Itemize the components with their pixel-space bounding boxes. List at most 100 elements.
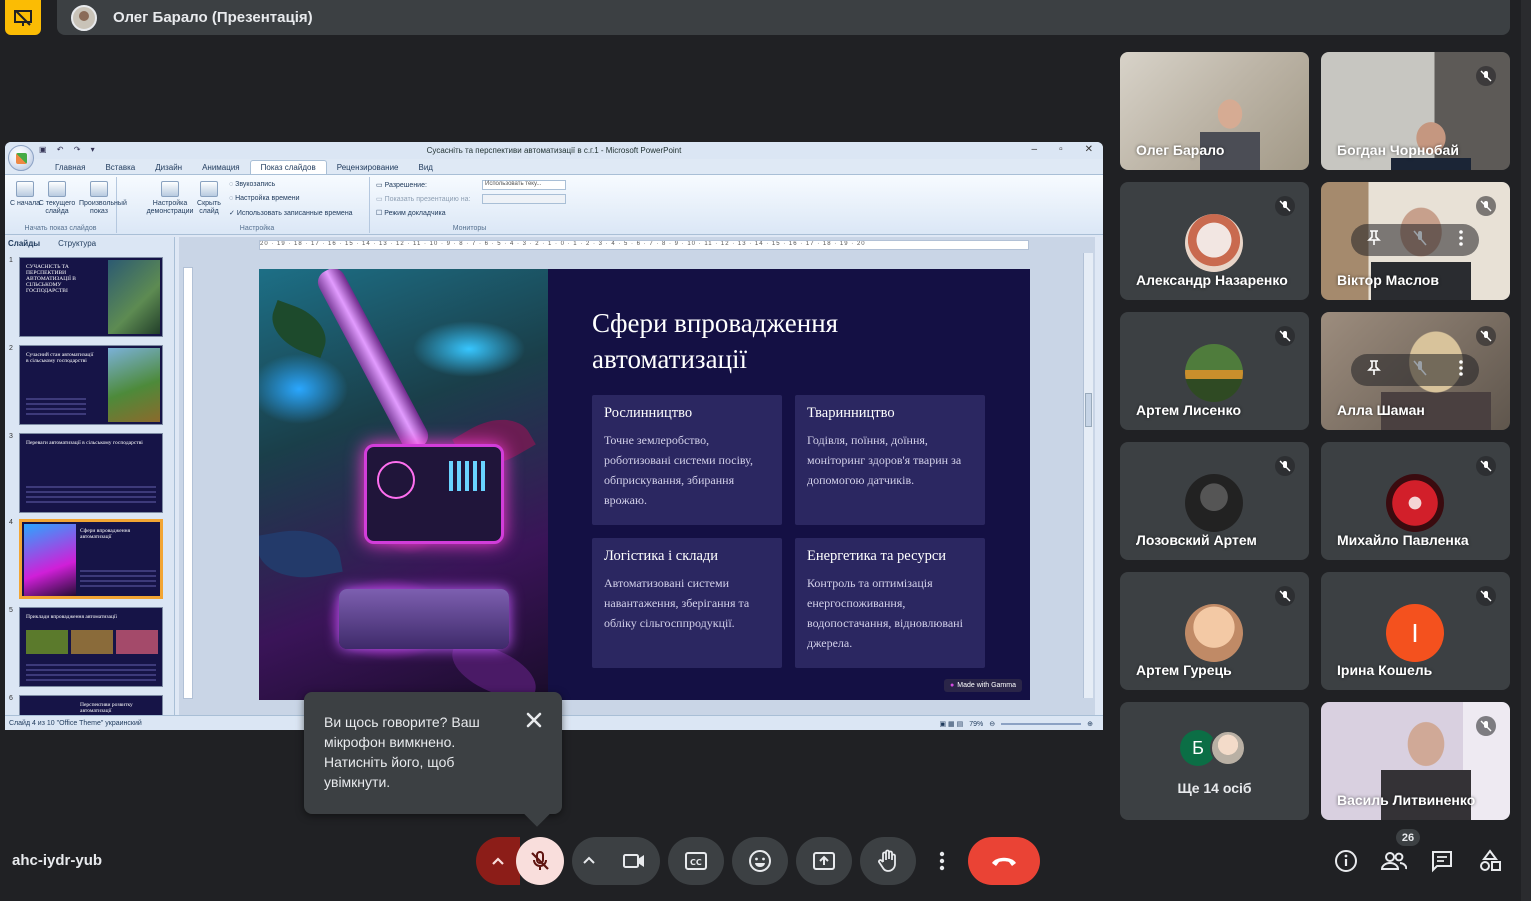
- participant-name: Богдан Чорнобай: [1337, 142, 1459, 158]
- mic-off-icon: [1476, 586, 1496, 606]
- page-scrollbar[interactable]: [1521, 0, 1531, 901]
- participant-tile[interactable]: Лозовский Артем: [1120, 442, 1309, 560]
- participant-name: Алла Шаман: [1337, 402, 1425, 418]
- meeting-details-button[interactable]: [1332, 847, 1360, 875]
- vertical-ruler: [183, 267, 193, 699]
- tile-hover-controls: [1351, 354, 1479, 386]
- ribbon-from-current: С текущего слайда: [37, 181, 77, 216]
- card-heading: Логістика і склади: [604, 548, 719, 564]
- slides-tab: Слайды: [8, 238, 41, 248]
- ribbon-presenter-view: ☐ Режим докладчика: [376, 210, 446, 217]
- reactions-button[interactable]: [732, 837, 788, 885]
- activities-button[interactable]: [1476, 847, 1504, 875]
- leave-call-button[interactable]: [968, 837, 1040, 885]
- ribbon-use-timings: ✓ Использовать записанные времена: [229, 210, 353, 217]
- video-options-button[interactable]: [582, 851, 596, 876]
- slides-panel: Слайды Структура 1 СУЧАСНIСТЬ ТА ПЕРСПЕКТ…: [5, 237, 175, 715]
- pin-icon[interactable]: [1367, 229, 1381, 251]
- tile-hover-controls: [1351, 224, 1479, 256]
- more-vert-icon: [939, 851, 945, 871]
- participant-video: [1200, 92, 1260, 170]
- card-body: Годівля, поїння, доїння, моніторинг здор…: [807, 433, 962, 487]
- mic-off-icon: [1275, 586, 1295, 606]
- mic-toggle-button[interactable]: [516, 837, 564, 885]
- mic-off-icon: [1275, 456, 1295, 476]
- shared-screen: ▣ ↶ ↷ ▾ Сусаснiть та перспективи автомат…: [5, 142, 1103, 730]
- avatar: [1185, 604, 1243, 662]
- slide-thumbnail: 6 Перспективи розвитку автоматизації: [9, 695, 167, 715]
- participant-video: [1391, 112, 1471, 170]
- more-options-icon[interactable]: [1459, 359, 1463, 381]
- participant-tile[interactable]: Олег Барало: [1120, 52, 1309, 170]
- ppt-tab-animation: Анимация: [202, 163, 240, 172]
- participant-tile[interactable]: Віктор Маслов: [1321, 182, 1510, 300]
- mute-participant-icon[interactable]: [1413, 229, 1427, 251]
- more-options-icon[interactable]: [1459, 229, 1463, 251]
- people-button[interactable]: [1380, 847, 1408, 875]
- participant-tile[interactable]: Александр Назаренко: [1120, 182, 1309, 300]
- hang-up-icon: [992, 857, 1016, 866]
- avatar: [1185, 214, 1243, 272]
- hand-icon: [878, 849, 896, 872]
- participant-tile[interactable]: І Ірина Кошель: [1321, 572, 1510, 690]
- mute-participant-icon[interactable]: [1413, 359, 1427, 381]
- ribbon-resolution: ▭ Разрешение:: [376, 182, 427, 189]
- more-participants-tile[interactable]: Б Ще 14 осіб: [1120, 702, 1309, 820]
- ppt-ribbon: С начала С текущего слайда Произвольный …: [5, 175, 1103, 235]
- slide-title: Сфери впровадження автоматизації: [592, 308, 839, 374]
- ribbon-resolution-select: Использовать теку...: [482, 180, 566, 190]
- participant-name: Ірина Кошель: [1337, 662, 1433, 678]
- ribbon-hide-slide: Скрыть слайд: [191, 181, 227, 216]
- status-text: Слайд 4 из 10 "Office Theme" украинский: [9, 719, 142, 727]
- outline-tab: Структура: [58, 238, 97, 248]
- audio-options-button[interactable]: [476, 837, 520, 885]
- card-body: Точне землеробство, роботизовані системи…: [604, 433, 753, 507]
- avatar: [1185, 344, 1243, 402]
- close-icon[interactable]: [520, 706, 548, 734]
- camera-icon: [623, 854, 644, 868]
- office-button-icon: [8, 145, 34, 171]
- vertical-scrollbar: [1083, 253, 1093, 698]
- more-participants-avatars: Б: [1180, 730, 1256, 768]
- captions-button[interactable]: CC: [668, 837, 724, 885]
- more-options-button[interactable]: [924, 837, 960, 885]
- people-icon: [1381, 852, 1407, 870]
- mic-muted-tooltip: Ви щось говорите? Ваш мікрофон вимкнено.…: [304, 692, 562, 814]
- mic-off-icon: [1476, 66, 1496, 86]
- ribbon-group-monitors: ▭ Разрешение: Использовать теку... ▭ Пок…: [372, 177, 567, 233]
- info-icon: [1335, 850, 1357, 872]
- ppt-titlebar: ▣ ↶ ↷ ▾ Сусаснiть та перспективи автомат…: [5, 142, 1103, 171]
- presentation-icon[interactable]: [5, 0, 41, 35]
- ribbon-record-sound: ◌ Звукозапись: [229, 181, 276, 188]
- more-participants-label: Ще 14 осіб: [1177, 780, 1252, 796]
- maximize-icon: ▫: [1059, 144, 1063, 155]
- participant-name: Лозовский Артем: [1136, 532, 1257, 548]
- zoom-controls: ▣ ▦ ▤ 79% ⊖ ⊕: [940, 720, 1094, 729]
- participant-tile[interactable]: Богдан Чорнобай: [1321, 52, 1510, 170]
- mic-off-icon: [1476, 196, 1496, 216]
- presenter-avatar: [71, 4, 97, 31]
- participant-name: Віктор Маслов: [1337, 272, 1439, 288]
- participant-tile[interactable]: Василь Литвиненко: [1321, 702, 1510, 820]
- participant-tile[interactable]: Михайло Павленка: [1321, 442, 1510, 560]
- raise-hand-button[interactable]: [860, 837, 916, 885]
- ppt-tab-slideshow: Показ слайдов: [249, 160, 327, 174]
- zoom-out-icon: ⊖: [989, 721, 996, 728]
- slide-image: [259, 269, 548, 700]
- chat-icon: [1432, 851, 1452, 873]
- participant-tile[interactable]: Артем Лисенко: [1120, 312, 1309, 430]
- chat-button[interactable]: [1428, 847, 1456, 875]
- participant-tile[interactable]: Алла Шаман: [1321, 312, 1510, 430]
- close-icon: ✕: [1084, 144, 1093, 155]
- participant-name: Василь Литвиненко: [1337, 792, 1476, 808]
- present-now-button[interactable]: [796, 837, 852, 885]
- ppt-tab-home: Главная: [55, 163, 86, 172]
- camera-toggle-button[interactable]: [622, 850, 646, 877]
- participant-name: Артем Гурець: [1136, 662, 1232, 678]
- participant-tile[interactable]: Артем Гурець: [1120, 572, 1309, 690]
- avatar: [1386, 474, 1444, 532]
- emoji-icon: [749, 850, 771, 872]
- svg-text:CC: CC: [690, 858, 702, 867]
- pin-icon[interactable]: [1367, 359, 1381, 381]
- ribbon-rehearse-timings: ◌ Настройка времени: [229, 195, 300, 202]
